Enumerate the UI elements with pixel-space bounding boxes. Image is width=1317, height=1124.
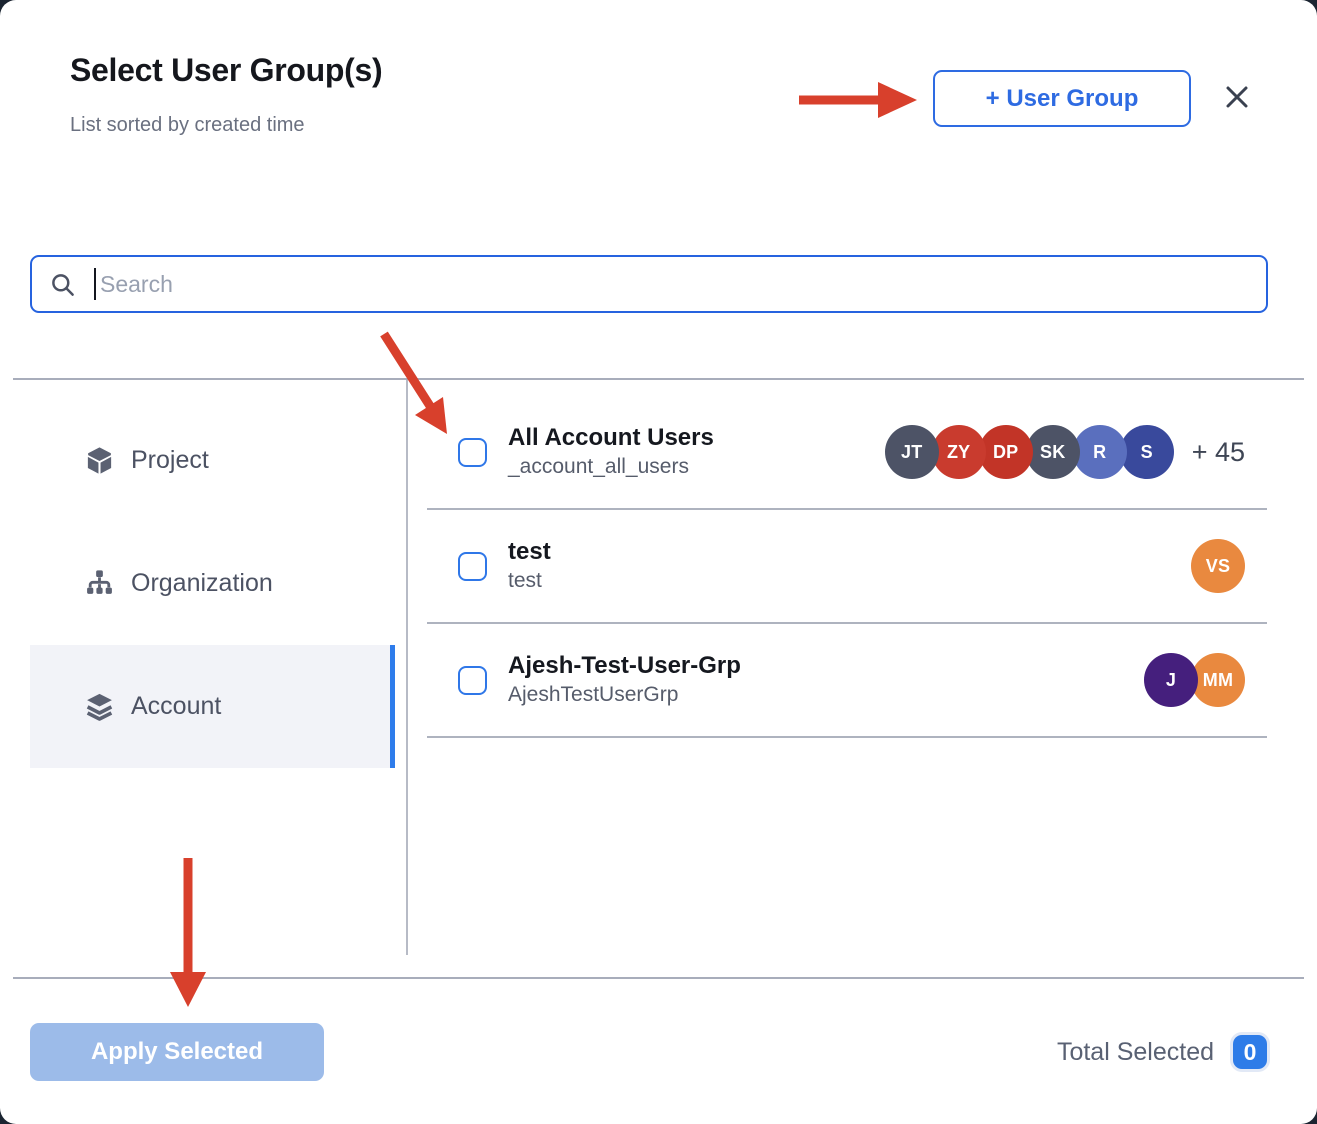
- sidebar-item-label: Organization: [131, 569, 273, 598]
- cube-icon: [84, 445, 115, 476]
- sidebar-item-label: Account: [131, 692, 221, 721]
- user-group-row: All Account Users _account_all_users JTZ…: [427, 396, 1267, 510]
- avatar: R: [1073, 425, 1127, 479]
- avatar: S: [1120, 425, 1174, 479]
- avatar-stack: JTZYDPSKRS: [885, 425, 1174, 479]
- group-checkbox[interactable]: [458, 552, 487, 581]
- group-checkbox[interactable]: [458, 666, 487, 695]
- layers-icon: [84, 691, 115, 722]
- sidebar-item-project[interactable]: Project: [30, 399, 395, 522]
- avatar-stack: JMM: [1144, 653, 1245, 707]
- scope-sidebar: Project Organization: [30, 399, 395, 768]
- group-name: Ajesh-Test-User-Grp: [508, 651, 741, 681]
- total-selected-count-badge: 0: [1233, 1035, 1267, 1069]
- avatar: VS: [1191, 539, 1245, 593]
- group-info: All Account Users _account_all_users: [508, 423, 714, 480]
- total-selected-label: Total Selected: [1057, 1038, 1214, 1067]
- add-user-group-button[interactable]: + User Group: [933, 70, 1191, 127]
- avatar-stack: VS: [1191, 539, 1245, 593]
- close-icon: [1222, 82, 1252, 112]
- page-title: Select User Group(s): [70, 52, 382, 89]
- footer-divider: [13, 977, 1304, 979]
- sidebar-divider: [406, 380, 408, 955]
- avatar: MM: [1191, 653, 1245, 707]
- group-name: All Account Users: [508, 423, 714, 453]
- search-input[interactable]: [96, 271, 1266, 298]
- group-checkbox[interactable]: [458, 438, 487, 467]
- group-code: _account_all_users: [508, 453, 714, 480]
- select-user-group-modal: Select User Group(s) List sorted by crea…: [0, 0, 1317, 1124]
- apply-selected-button[interactable]: Apply Selected: [30, 1023, 324, 1081]
- total-selected: Total Selected 0: [1057, 1032, 1267, 1072]
- user-group-row: Ajesh-Test-User-Grp AjeshTestUserGrp JMM: [427, 624, 1267, 738]
- sidebar-item-organization[interactable]: Organization: [30, 522, 395, 645]
- sidebar-item-account[interactable]: Account: [30, 645, 395, 768]
- avatar: DP: [979, 425, 1033, 479]
- search-icon: [49, 271, 76, 298]
- close-button[interactable]: [1214, 74, 1260, 120]
- group-name: test: [508, 537, 551, 567]
- add-user-group-label: + User Group: [986, 85, 1139, 113]
- user-group-row: test test VS: [427, 510, 1267, 624]
- apply-selected-label: Apply Selected: [91, 1038, 263, 1066]
- group-code: test: [508, 567, 551, 594]
- org-chart-icon: [84, 568, 115, 599]
- header-divider: [13, 378, 1304, 380]
- avatar-overflow-count: + 45: [1192, 437, 1245, 468]
- user-group-list: All Account Users _account_all_users JTZ…: [427, 396, 1267, 738]
- avatar: SK: [1026, 425, 1080, 479]
- avatar: ZY: [932, 425, 986, 479]
- sort-hint-text: List sorted by created time: [70, 114, 305, 137]
- group-info: Ajesh-Test-User-Grp AjeshTestUserGrp: [508, 651, 741, 708]
- search-bar: [30, 255, 1268, 313]
- avatar: JT: [885, 425, 939, 479]
- avatar: J: [1144, 653, 1198, 707]
- sidebar-item-label: Project: [131, 446, 209, 475]
- group-code: AjeshTestUserGrp: [508, 681, 741, 708]
- group-info: test test: [508, 537, 551, 594]
